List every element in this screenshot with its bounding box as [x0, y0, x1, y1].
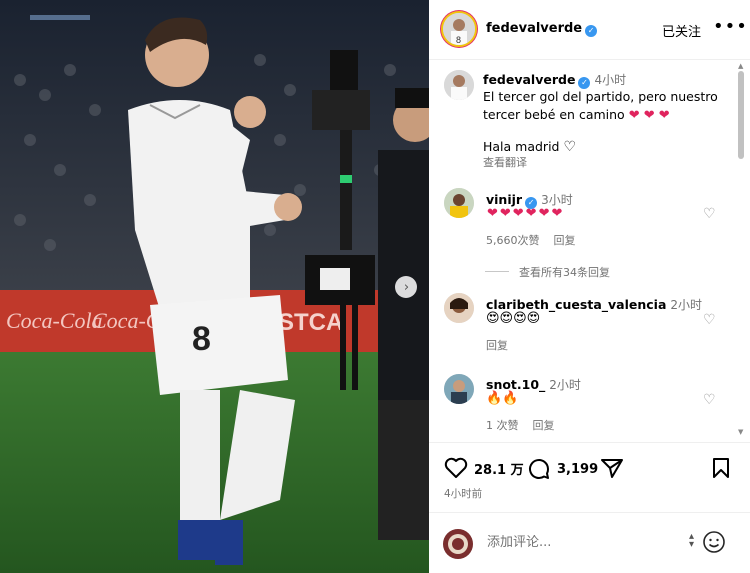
scroll-up-arrow[interactable]: ▲: [738, 62, 743, 70]
replies-divider: [485, 271, 509, 272]
author-avatar-image: 8: [443, 13, 475, 45]
next-image-button[interactable]: ›: [395, 276, 417, 298]
caption-text: El tercer gol del partido, pero nuestro …: [483, 88, 733, 125]
comment-count[interactable]: 3,199: [557, 462, 598, 477]
following-button[interactable]: 已关注: [662, 21, 701, 40]
comment-text: 🔥🔥: [486, 391, 519, 406]
comment-text: ❤❤❤❤❤❤: [487, 206, 565, 221]
comment-likes[interactable]: 5,660次赞: [486, 234, 540, 247]
comment-time: 3小时: [541, 193, 573, 207]
author-avatar[interactable]: 8: [441, 11, 477, 47]
caption-line-1: El tercer gol del partido, pero nuestro: [483, 89, 718, 104]
comment-meta: 5,660次赞 回复: [486, 232, 590, 248]
heart-icon: [444, 457, 468, 478]
red-heart-icons: ❤ ❤ ❤: [628, 108, 670, 123]
expand-icon[interactable]: ▴ ▾: [689, 532, 694, 550]
banner-text-left: Coca-Cola: [6, 308, 103, 333]
comment-input[interactable]: [487, 535, 687, 550]
commenter-avatar-image: [444, 293, 474, 323]
comment-likes[interactable]: 1 次赞: [486, 419, 519, 432]
post-actions: 28.1 万 3,199: [429, 442, 750, 512]
share-button[interactable]: [600, 457, 624, 479]
comment-like-icon[interactable]: ♡: [703, 312, 716, 328]
caption-line-2: tercer bebé en camino: [483, 107, 625, 122]
comment-username-text[interactable]: vinijr: [486, 192, 522, 207]
author-username-text[interactable]: fedevalverde: [486, 21, 582, 36]
view-replies-link[interactable]: 查看所有34条回复: [485, 264, 610, 280]
viewer-avatar-image: [443, 529, 473, 559]
comment-icon: [529, 459, 549, 479]
post-header: 8 fedevalverde ✓ 已关注 •••: [429, 0, 750, 60]
caption-avatar-image: [444, 70, 474, 100]
bookmark-icon: [713, 458, 729, 478]
caption-author-avatar[interactable]: [444, 70, 474, 100]
send-icon: [601, 459, 623, 478]
comment-like-icon[interactable]: ♡: [703, 206, 716, 222]
commenter-avatar[interactable]: [444, 293, 474, 323]
emoji-icon[interactable]: [702, 530, 726, 554]
heart-outline-icon[interactable]: ♡: [563, 139, 576, 155]
see-translation-link[interactable]: 查看翻译: [483, 154, 527, 170]
commenter-avatar[interactable]: [444, 374, 474, 404]
reply-button[interactable]: 回复: [486, 339, 508, 352]
comment-text: 😍😍😍😍: [486, 311, 541, 326]
comment-username-text[interactable]: claribeth_cuesta_valencia: [486, 297, 666, 312]
caption-username[interactable]: fedevalverde ✓ 4小时: [483, 71, 626, 89]
caption-time: 4小时: [594, 73, 627, 87]
verified-icon: ✓: [585, 25, 598, 37]
caption-line-3: Hala madrid ♡: [483, 139, 576, 155]
author-username[interactable]: fedevalverde ✓: [486, 21, 598, 37]
more-options-icon[interactable]: •••: [713, 16, 748, 37]
comment-username-text[interactable]: snot.10_: [486, 377, 545, 392]
reply-button[interactable]: 回复: [554, 234, 576, 247]
comment-meta: 1 次赞 回复: [486, 417, 569, 433]
svg-text:8: 8: [456, 35, 461, 45]
like-count[interactable]: 28.1 万: [474, 459, 524, 478]
comment-like-icon[interactable]: ♡: [703, 392, 716, 408]
scroll-down-arrow[interactable]: ▼: [738, 428, 743, 436]
post-photo: Coca-Cola Coca-Cola ESTCA 8 ›: [0, 0, 429, 573]
caption-line-3-text: Hala madrid: [483, 139, 560, 154]
posted-time: 4小时前: [444, 488, 483, 500]
view-replies-text[interactable]: 查看所有34条回复: [519, 266, 610, 279]
reply-button[interactable]: 回复: [533, 419, 555, 432]
commenter-avatar[interactable]: [444, 188, 474, 218]
caption-username-text[interactable]: fedevalverde: [483, 72, 575, 87]
like-button[interactable]: 28.1 万: [444, 457, 524, 479]
comment-button[interactable]: 3,199: [527, 457, 598, 481]
save-button[interactable]: [712, 457, 730, 479]
scrollbar-thumb[interactable]: [738, 71, 744, 159]
comment-meta: 回复: [486, 337, 522, 353]
commenter-avatar-image: [444, 374, 474, 404]
post-panel: 8 fedevalverde ✓ 已关注 ••• ▲ ▼ fedevalverde…: [429, 0, 750, 573]
commenter-avatar-image: [444, 188, 474, 218]
comment-time: 2小时: [549, 378, 581, 392]
jersey-number: 8: [192, 320, 211, 358]
photo-illustration: Coca-Cola Coca-Cola ESTCA 8: [0, 0, 429, 573]
comment-bar: ▴▾: [429, 512, 750, 573]
comment-time: 2小时: [670, 298, 703, 312]
camera-operator: [378, 88, 429, 540]
chevron-right-icon: ›: [403, 279, 410, 295]
viewer-avatar: [443, 529, 473, 559]
